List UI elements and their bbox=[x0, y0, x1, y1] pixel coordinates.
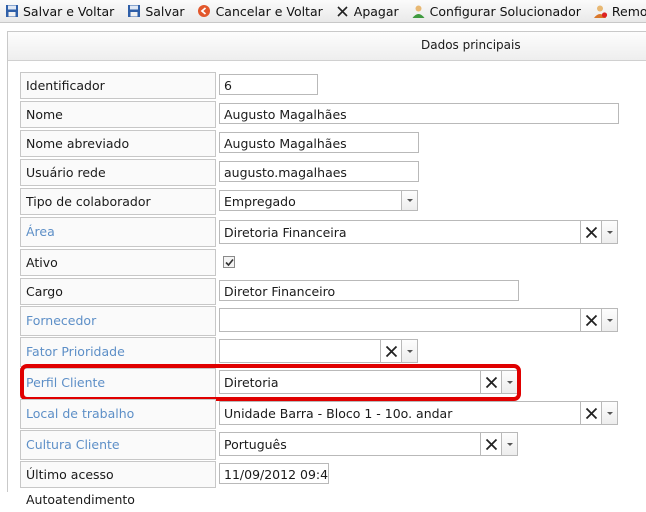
usuario-rede-label: Usuário rede bbox=[20, 159, 216, 186]
ativo-label: Ativo bbox=[20, 249, 216, 276]
chevron-down-icon bbox=[506, 442, 513, 446]
configure-solver-button[interactable]: Configurar Solucionador bbox=[407, 0, 585, 22]
local-trabalho-clear-button[interactable] bbox=[580, 401, 602, 425]
local-trabalho-dropdown-button[interactable] bbox=[601, 401, 618, 425]
usuario-rede-field[interactable]: augusto.magalhaes bbox=[219, 161, 419, 182]
cultura-cliente-field[interactable]: Português bbox=[219, 432, 481, 456]
tipo-colaborador-dropdown-button[interactable] bbox=[401, 190, 418, 211]
save-label: Salvar bbox=[145, 3, 185, 19]
checkmark-icon bbox=[224, 258, 234, 266]
save-and-back-label: Salvar e Voltar bbox=[23, 3, 115, 19]
remove-label: Remover bbox=[611, 3, 646, 19]
area-clear-button[interactable] bbox=[580, 220, 602, 244]
close-icon bbox=[585, 314, 597, 326]
delete-icon bbox=[335, 4, 350, 19]
chevron-down-icon bbox=[606, 411, 613, 415]
area-dropdown-button[interactable] bbox=[601, 220, 618, 244]
fornecedor-field[interactable] bbox=[219, 308, 581, 332]
nome-field[interactable]: Augusto Magalhães bbox=[219, 103, 619, 124]
close-icon bbox=[385, 345, 397, 357]
cultura-cliente-clear-button[interactable] bbox=[480, 432, 502, 456]
fornecedor-dropdown-button[interactable] bbox=[601, 308, 618, 332]
cancel-and-back-label: Cancelar e Voltar bbox=[215, 3, 323, 19]
nome-abreviado-field[interactable]: Augusto Magalhães bbox=[219, 132, 419, 153]
chevron-down-icon bbox=[606, 318, 613, 322]
cargo-field[interactable]: Diretor Financeiro bbox=[219, 280, 519, 301]
fator-prioridade-label[interactable]: Fator Prioridade bbox=[20, 337, 216, 367]
chevron-down-icon bbox=[406, 199, 413, 202]
cultura-cliente-dropdown-button[interactable] bbox=[501, 432, 518, 456]
chevron-down-icon bbox=[606, 230, 613, 234]
close-icon bbox=[485, 438, 497, 450]
ultimo-acesso-field[interactable]: 11/09/2012 09:46 bbox=[219, 463, 329, 484]
cancel-and-back-button[interactable]: Cancelar e Voltar bbox=[193, 0, 327, 22]
remove-button[interactable]: Remover bbox=[589, 0, 646, 22]
toolbar: Salvar e Voltar Salvar Cancelar e Voltar… bbox=[0, 0, 646, 23]
local-trabalho-label[interactable]: Local de trabalho bbox=[20, 399, 216, 429]
cargo-label: Cargo bbox=[20, 278, 216, 305]
fator-prioridade-field[interactable] bbox=[219, 339, 381, 363]
highlight-annotation bbox=[20, 364, 521, 401]
panel-title: Dados principais bbox=[421, 38, 521, 52]
area-label[interactable]: Área bbox=[20, 217, 216, 247]
save-icon bbox=[126, 4, 141, 19]
ativo-checkbox[interactable] bbox=[223, 256, 235, 268]
save-button[interactable]: Salvar bbox=[122, 0, 188, 22]
local-trabalho-field[interactable]: Unidade Barra - Bloco 1 - 10o. andar bbox=[219, 401, 581, 425]
chevron-down-icon bbox=[406, 349, 413, 353]
fator-prioridade-clear-button[interactable] bbox=[380, 339, 402, 363]
save-and-back-button[interactable]: Salvar e Voltar bbox=[0, 0, 118, 22]
delete-label: Apagar bbox=[353, 3, 399, 19]
panel-header: Dados principais bbox=[8, 32, 646, 61]
identificador-label: Identificador bbox=[20, 72, 216, 99]
tipo-colaborador-select[interactable]: Empregado bbox=[219, 190, 402, 211]
tipo-colaborador-label: Tipo de colaborador bbox=[20, 188, 216, 215]
save-back-icon bbox=[4, 4, 19, 19]
cultura-cliente-label[interactable]: Cultura Cliente bbox=[20, 430, 216, 460]
nome-abreviado-label: Nome abreviado bbox=[20, 130, 216, 157]
area-field[interactable]: Diretoria Financeira bbox=[219, 220, 581, 244]
ultimo-acesso-label: Último acesso Autoatendimento bbox=[20, 461, 216, 507]
identificador-field[interactable]: 6 bbox=[219, 74, 318, 95]
fornecedor-clear-button[interactable] bbox=[580, 308, 602, 332]
user-config-icon bbox=[411, 4, 426, 19]
nome-label: Nome bbox=[20, 101, 216, 128]
cancel-back-icon bbox=[197, 4, 212, 19]
close-icon bbox=[585, 407, 597, 419]
fornecedor-label[interactable]: Fornecedor bbox=[20, 306, 216, 336]
fator-prioridade-dropdown-button[interactable] bbox=[401, 339, 418, 363]
user-remove-icon bbox=[593, 4, 608, 19]
delete-button[interactable]: Apagar bbox=[331, 0, 403, 22]
configure-solver-label: Configurar Solucionador bbox=[429, 3, 581, 19]
close-icon bbox=[585, 226, 597, 238]
